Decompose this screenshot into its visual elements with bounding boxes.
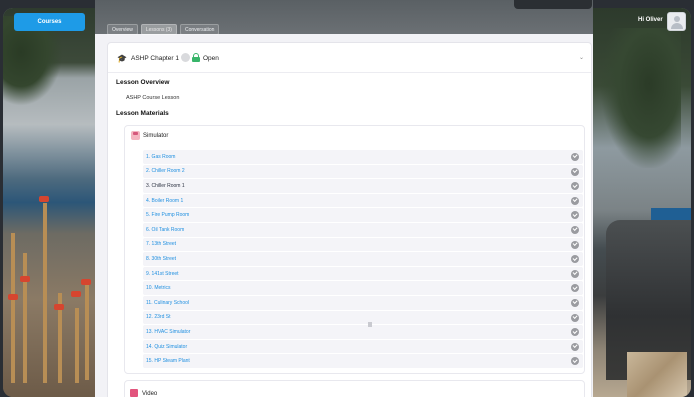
- list-item-label[interactable]: 9. 141st Street: [146, 271, 179, 277]
- list-item-label[interactable]: 7. 13th Street: [146, 241, 176, 247]
- check-circle-icon: [571, 153, 579, 161]
- list-item-label[interactable]: 10. Metrics: [146, 285, 170, 291]
- check-circle-icon: [571, 357, 579, 366]
- check-circle-icon: [571, 211, 579, 220]
- list-item-label[interactable]: 8. 30th Street: [146, 256, 176, 262]
- list-item-label[interactable]: 11. Culinary School: [146, 300, 189, 306]
- video-icon: [130, 389, 138, 397]
- graduation-cap-icon: 🎓: [117, 54, 127, 63]
- check-circle-icon: [571, 167, 579, 176]
- background-scene-right: [591, 8, 691, 397]
- check-circle-icon: [571, 182, 579, 191]
- list-item-label[interactable]: 5. Fire Pump Room: [146, 212, 189, 218]
- tab-conversation[interactable]: Conversation: [179, 24, 220, 35]
- simulator-section: Simulator 1. Gas Room 2. Chiller Room 2 3.…: [124, 125, 585, 374]
- check-circle-icon: [571, 255, 579, 264]
- lesson-overview-heading: Lesson Overview: [116, 79, 170, 86]
- check-circle-icon: [571, 225, 579, 234]
- list-item[interactable]: 5. Fire Pump Room: [143, 208, 583, 222]
- check-circle-icon: [571, 196, 579, 205]
- video-label: Video: [142, 391, 158, 397]
- tab-bar: Overview Lessons (3) Conversation: [107, 24, 220, 35]
- check-circle-icon: [571, 342, 579, 351]
- list-item[interactable]: 6. Oil Tank Room: [143, 222, 583, 237]
- list-item[interactable]: 4. Boiler Room 1: [143, 193, 583, 208]
- avatar[interactable]: [667, 12, 686, 31]
- check-circle-icon: [571, 328, 579, 337]
- chevron-down-icon[interactable]: ⌄: [579, 54, 584, 61]
- simulator-list: 1. Gas Room 2. Chiller Room 2 3. Chiller R…: [143, 150, 583, 369]
- chapter-status: Open: [203, 55, 219, 62]
- check-circle-icon: [571, 284, 579, 293]
- list-item[interactable]: 10. Metrics: [143, 281, 583, 295]
- list-item[interactable]: 2. Chiller Room 2: [143, 164, 583, 179]
- list-item-label[interactable]: 15. HP Steam Plant: [146, 358, 190, 364]
- simulator-icon: [131, 131, 140, 140]
- list-item[interactable]: 8. 30th Street: [143, 252, 583, 266]
- chapter-card: 🎓 ASHP Chapter 1 Open ⌄ Lesson Overview …: [107, 42, 592, 397]
- background-scene-left: [3, 8, 98, 397]
- check-circle-icon: [571, 269, 579, 278]
- courses-button[interactable]: Courses: [14, 13, 85, 31]
- list-item[interactable]: 13. HVAC Simulator: [143, 325, 583, 339]
- top-toolbar: [514, 0, 592, 9]
- check-circle-icon: [571, 298, 579, 307]
- chapter-title: ASHP Chapter 1: [131, 55, 179, 62]
- simulator-label: Simulator: [143, 133, 169, 139]
- list-item[interactable]: 3. Chiller Room 1: [143, 179, 583, 193]
- list-item-label[interactable]: 6. Oil Tank Room: [146, 227, 184, 233]
- list-item[interactable]: 11. Culinary School: [143, 295, 583, 310]
- list-item-label[interactable]: 4. Boiler Room 1: [146, 198, 183, 204]
- list-item-label[interactable]: 14. Quiz Simulator: [146, 344, 187, 350]
- user-greeting: Hi Oliver: [638, 17, 663, 23]
- list-item-label[interactable]: 1. Gas Room: [146, 154, 175, 160]
- check-circle-icon: [571, 313, 579, 322]
- list-item-label[interactable]: 13. HVAC Simulator: [146, 329, 190, 335]
- list-item[interactable]: 15. HP Steam Plant: [143, 354, 583, 368]
- list-item-label[interactable]: 3. Chiller Room 1: [146, 183, 185, 189]
- drag-handle-icon: [368, 322, 372, 327]
- list-item[interactable]: 9. 141st Street: [143, 266, 583, 281]
- list-item[interactable]: 12. 23rd St: [143, 310, 583, 325]
- list-item-label[interactable]: 12. 23rd St: [146, 314, 170, 320]
- lesson-materials-heading: Lesson Materials: [116, 110, 169, 117]
- tab-lessons[interactable]: Lessons (3): [140, 24, 177, 35]
- completion-check-icon: [181, 53, 190, 62]
- list-item-label[interactable]: 2. Chiller Room 2: [146, 168, 185, 174]
- chapter-header[interactable]: 🎓 ASHP Chapter 1 Open ⌄: [108, 43, 591, 73]
- unlock-icon: [192, 53, 200, 62]
- lesson-description: ASHP Course Lesson: [126, 95, 180, 101]
- list-item[interactable]: 7. 13th Street: [143, 237, 583, 252]
- check-circle-icon: [571, 240, 579, 249]
- list-item[interactable]: 14. Quiz Simulator: [143, 339, 583, 354]
- video-section: Video: [124, 380, 585, 397]
- tab-overview[interactable]: Overview: [107, 24, 138, 35]
- list-item[interactable]: 1. Gas Room: [143, 150, 583, 164]
